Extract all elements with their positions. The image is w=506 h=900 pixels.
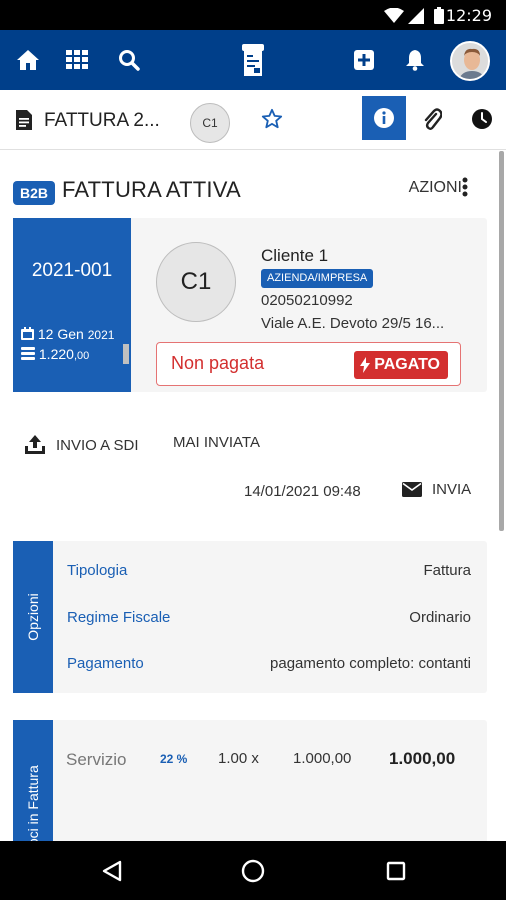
info-tab[interactable] bbox=[362, 96, 406, 140]
sdi-timestamp: 14/01/2021 09:48 bbox=[244, 483, 361, 500]
payment-status-box: Non pagata PAGATO bbox=[156, 342, 461, 386]
attachment-icon[interactable] bbox=[422, 108, 442, 132]
upload-icon bbox=[25, 435, 45, 454]
invoice-amount-cents: ,00 bbox=[73, 350, 90, 362]
send-email-label: INVIA bbox=[432, 481, 472, 498]
scrollbar[interactable] bbox=[499, 151, 504, 531]
status-bar: 12:29 bbox=[0, 0, 506, 30]
invoice-amount: 1.220,00 bbox=[21, 346, 89, 362]
invoice-date-year: 2021 bbox=[87, 328, 115, 342]
invoice-number-panel: 2021-001 12 Gen 2021 1.220,00 bbox=[13, 218, 131, 392]
document-bar: FATTURA 2... bbox=[0, 90, 506, 150]
options-tab: Opzioni bbox=[13, 541, 53, 693]
back-button[interactable] bbox=[82, 841, 142, 900]
wifi-icon bbox=[384, 8, 404, 23]
battery-icon bbox=[434, 7, 444, 24]
line-items-card: Voci in Fattura Servizio 22 % 1.00 x 1.0… bbox=[13, 720, 487, 841]
options-card: Opzioni Tipologia Fattura Regime Fiscale… bbox=[13, 541, 487, 693]
option-row-tipologia[interactable]: Tipologia Fattura bbox=[67, 562, 471, 586]
search-icon bbox=[119, 50, 140, 71]
client-avatar: C1 bbox=[156, 242, 236, 322]
client-address: Viale A.E. Devoto 29/5 16... bbox=[261, 315, 445, 332]
actions-menu-label[interactable]: AZIONI bbox=[409, 179, 462, 197]
apps-grid-icon bbox=[66, 50, 88, 69]
send-email-button[interactable]: INVIA bbox=[402, 481, 471, 498]
line-item-vat: 22 % bbox=[160, 752, 188, 766]
more-vertical-icon[interactable] bbox=[462, 177, 468, 197]
vat-number: 02050210992 bbox=[261, 292, 353, 309]
send-to-sdi-button[interactable]: INVIO A SDI bbox=[24, 433, 139, 457]
money-icon bbox=[21, 347, 35, 360]
invoice-date-day: 12 Gen bbox=[37, 326, 84, 342]
send-to-sdi-label: INVIO A SDI bbox=[56, 436, 139, 454]
document-icon bbox=[16, 110, 32, 130]
signal-icon bbox=[408, 8, 424, 24]
mark-paid-label: PAGATO bbox=[374, 356, 440, 373]
system-navigation-bar bbox=[0, 841, 506, 900]
payment-status: Non pagata bbox=[171, 353, 265, 373]
mark-paid-button[interactable]: PAGATO bbox=[354, 351, 448, 379]
home-button[interactable] bbox=[8, 30, 48, 90]
client-name[interactable]: Cliente 1 bbox=[261, 246, 328, 266]
sdi-status: MAI INVIATA bbox=[173, 434, 260, 451]
main-content: B2B FATTURA ATTIVA AZIONI 2021-001 12 Ge… bbox=[0, 151, 506, 841]
line-item-total: 1.000,00 bbox=[389, 749, 456, 768]
notifications-button[interactable] bbox=[395, 30, 435, 90]
info-icon bbox=[374, 108, 394, 128]
option-row-regime-fiscale[interactable]: Regime Fiscale Ordinario bbox=[67, 609, 471, 633]
home-system-button[interactable] bbox=[223, 841, 283, 900]
option-value: Fattura bbox=[423, 562, 471, 579]
calendar-icon bbox=[21, 327, 34, 340]
bell-icon bbox=[406, 50, 424, 71]
invoice-number: 2021-001 bbox=[31, 260, 113, 281]
search-button[interactable] bbox=[109, 30, 149, 90]
line-items-tab: Voci in Fattura bbox=[13, 720, 53, 841]
app-logo[interactable] bbox=[233, 30, 273, 90]
line-item-quantity: 1.00 x bbox=[218, 750, 259, 767]
recents-button[interactable] bbox=[366, 841, 426, 900]
document-title: FATTURA 2... bbox=[44, 110, 160, 131]
option-key: Regime Fiscale bbox=[67, 609, 171, 626]
add-icon bbox=[354, 50, 374, 70]
line-item-name: Servizio bbox=[66, 750, 127, 769]
invoice-summary-card[interactable]: 2021-001 12 Gen 2021 1.220,00 C1 Cliente… bbox=[13, 218, 487, 392]
top-navigation bbox=[0, 30, 506, 90]
recents-square-icon bbox=[386, 861, 406, 880]
lightning-icon bbox=[360, 357, 371, 373]
option-value: Ordinario bbox=[409, 609, 471, 626]
user-avatar[interactable] bbox=[450, 41, 490, 81]
b2b-badge: B2B bbox=[13, 181, 55, 205]
home-circle-icon bbox=[241, 859, 265, 882]
option-row-pagamento[interactable]: Pagamento pagamento completo: contanti bbox=[67, 655, 471, 679]
app-logo-icon bbox=[242, 44, 264, 76]
avatar bbox=[452, 43, 488, 79]
envelope-icon bbox=[402, 482, 422, 497]
apps-button[interactable] bbox=[57, 30, 97, 90]
invoice-date: 12 Gen 2021 bbox=[21, 326, 114, 342]
add-button[interactable] bbox=[344, 30, 384, 90]
back-triangle-icon bbox=[102, 860, 122, 881]
clock: 12:29 bbox=[445, 6, 492, 25]
client-avatar-small[interactable]: C1 bbox=[190, 103, 230, 143]
option-key: Tipologia bbox=[67, 562, 128, 579]
home-icon bbox=[17, 50, 39, 70]
invoice-amount-value: 1.220 bbox=[38, 346, 74, 362]
document-type-heading: FATTURA ATTIVA bbox=[62, 177, 241, 202]
history-clock-icon[interactable] bbox=[471, 108, 493, 130]
line-item-unit-price: 1.000,00 bbox=[293, 750, 352, 767]
client-type-badge: AZIENDA/IMPRESA bbox=[261, 269, 374, 288]
option-value: pagamento completo: contanti bbox=[270, 655, 471, 672]
panel-indicator bbox=[123, 344, 129, 364]
star-icon[interactable] bbox=[261, 108, 283, 130]
option-key: Pagamento bbox=[67, 655, 144, 672]
